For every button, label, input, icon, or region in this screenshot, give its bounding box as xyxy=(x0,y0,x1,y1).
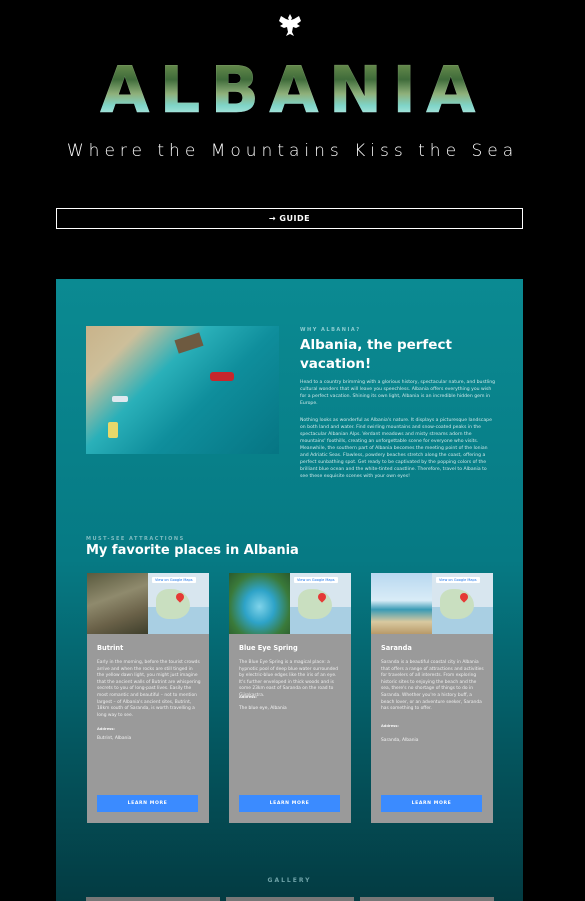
gallery-image[interactable] xyxy=(86,897,220,901)
card-address: Saranda, Albania xyxy=(381,738,419,743)
attraction-card-saranda: View on Google Maps Saranda Saranda is a… xyxy=(371,573,493,823)
attractions-eyebrow: MUST-SEE ATTRACTIONS xyxy=(86,536,185,542)
gallery-heading: GALLERY xyxy=(267,877,312,884)
gallery-image[interactable] xyxy=(360,897,494,901)
learn-more-button[interactable]: LEARN MORE xyxy=(381,795,482,812)
card-description: The Blue Eye Spring is a magical place: … xyxy=(239,660,338,698)
card-address: Butrint, Albania xyxy=(97,736,132,741)
card-title: Blue Eye Spring xyxy=(239,644,298,652)
saranda-photo xyxy=(371,573,432,634)
why-paragraph-1: Head to a country brimming with a glorio… xyxy=(300,380,496,406)
card-title: Butrint xyxy=(97,644,124,652)
learn-more-button[interactable]: LEARN MORE xyxy=(97,795,198,812)
hero-title: ALBANIA xyxy=(100,54,486,128)
attraction-card-blue-eye: View on Google Maps Blue Eye Spring The … xyxy=(229,573,351,823)
why-title: Albania, the perfect vacation! xyxy=(300,337,452,372)
guide-button[interactable]: → GUIDE xyxy=(56,208,523,229)
card-address: The blue eye, Albania xyxy=(239,706,287,711)
address-label: Address: xyxy=(239,695,257,699)
view-on-maps-link[interactable]: View on Google Maps xyxy=(152,577,196,583)
view-on-maps-link[interactable]: View on Google Maps xyxy=(294,577,338,583)
learn-more-button[interactable]: LEARN MORE xyxy=(239,795,340,812)
card-description: Early in the morning, before the tourist… xyxy=(97,660,201,718)
address-label: Address: xyxy=(97,727,115,731)
saranda-map[interactable]: View on Google Maps xyxy=(432,573,493,634)
butrint-photo xyxy=(87,573,148,634)
why-paragraph-2: Nothing looks as wonderful as Albania's … xyxy=(300,418,492,479)
albanian-eagle-icon xyxy=(279,14,301,36)
tagline: Where the Mountains Kiss the Sea xyxy=(66,141,519,161)
address-label: Address: xyxy=(381,724,399,728)
card-description: Saranda is a beautiful coastal city in A… xyxy=(381,660,484,712)
attractions-title: My favorite places in Albania xyxy=(86,543,299,558)
why-eyebrow: WHY ALBANIA? xyxy=(300,327,361,333)
gallery-image[interactable] xyxy=(226,897,354,901)
card-title: Saranda xyxy=(381,644,412,652)
butrint-map[interactable]: View on Google Maps xyxy=(148,573,209,634)
attraction-card-butrint: View on Google Maps Butrint Early in the… xyxy=(87,573,209,823)
view-on-maps-link[interactable]: View on Google Maps xyxy=(436,577,480,583)
blue-eye-photo xyxy=(229,573,290,634)
blue-eye-map[interactable]: View on Google Maps xyxy=(290,573,351,634)
beach-aerial-image xyxy=(86,326,279,454)
main-panel: WHY ALBANIA? Albania, the perfect vacati… xyxy=(56,279,523,901)
